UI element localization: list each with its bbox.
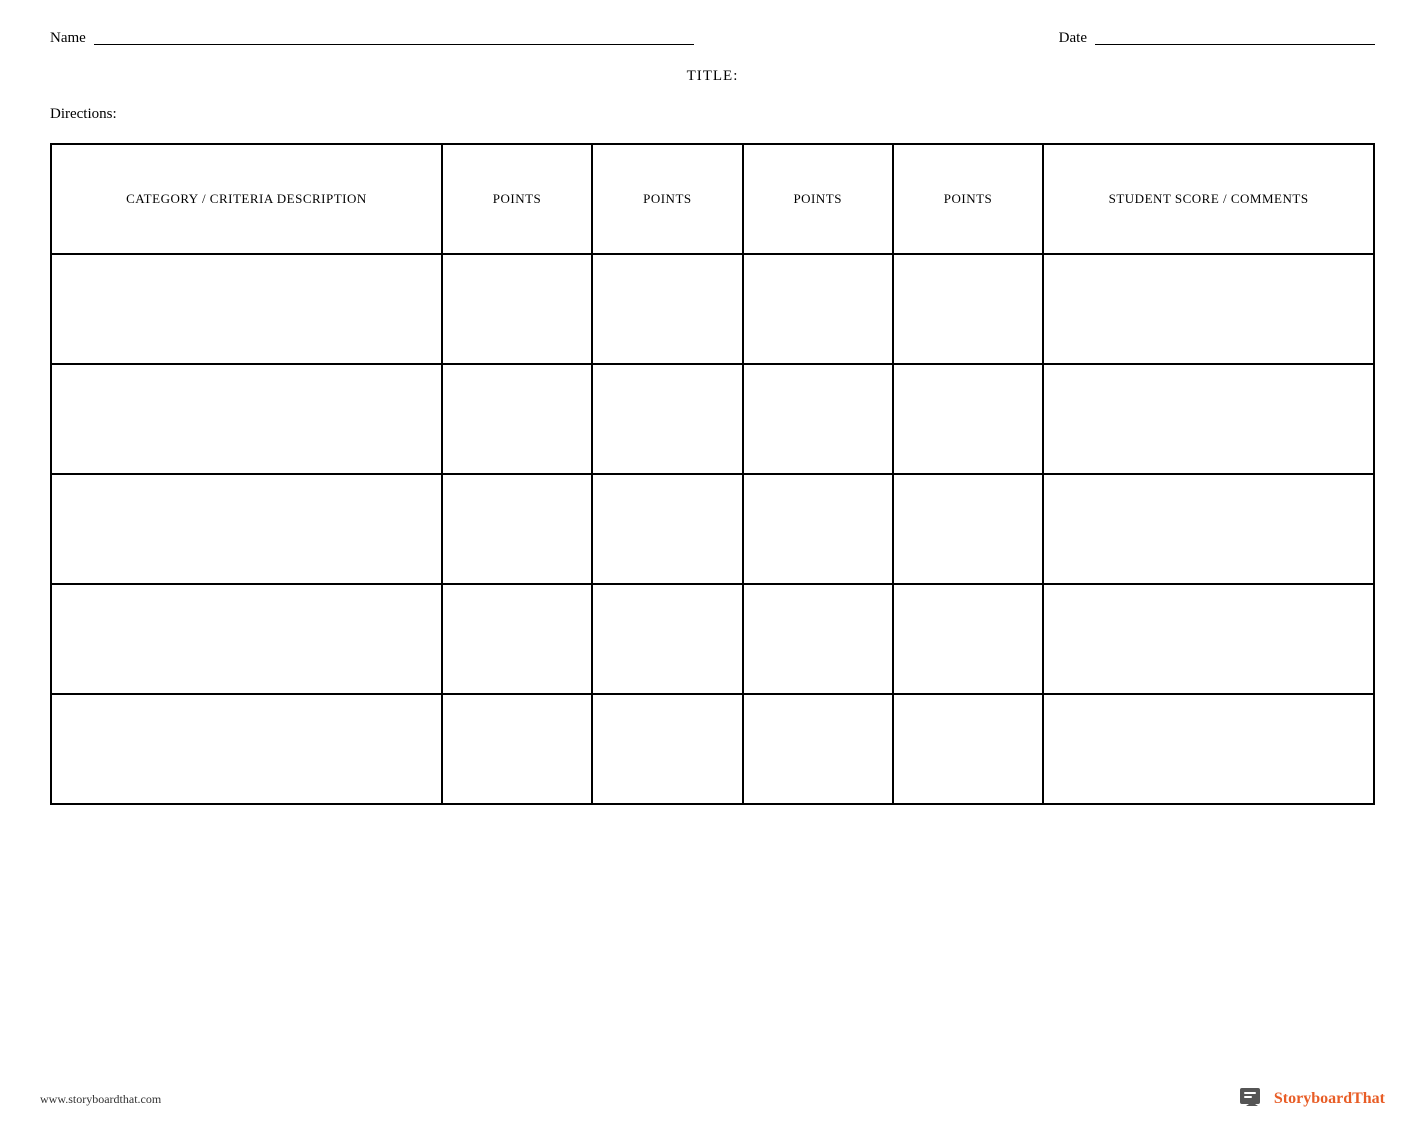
table-cell-r1-c4: [893, 364, 1043, 474]
table-cell-r3-c1: [442, 584, 592, 694]
table-cell-r3-c2: [592, 584, 742, 694]
table-cell-r3-c0: [51, 584, 442, 694]
table-cell-r3-c3: [743, 584, 893, 694]
table-row: [51, 254, 1374, 364]
table-cell-r4-c4: [893, 694, 1043, 804]
table-cell-r1-c0: [51, 364, 442, 474]
date-label: Date: [1059, 30, 1087, 47]
table-row: [51, 694, 1374, 804]
table-cell-r1-c1: [442, 364, 592, 474]
table-cell-r1-c3: [743, 364, 893, 474]
table-cell-r2-c4: [893, 474, 1043, 584]
table-cell-r1-c5: [1043, 364, 1374, 474]
directions-row: Directions:: [40, 105, 1385, 123]
table-cell-r0-c5: [1043, 254, 1374, 364]
table-row: [51, 364, 1374, 474]
page: Name Date TITLE: Directions: CATEGORY / …: [0, 0, 1425, 1132]
table-cell-r3-c4: [893, 584, 1043, 694]
table-cell-r0-c4: [893, 254, 1043, 364]
table-cell-r2-c5: [1043, 474, 1374, 584]
footer-url: www.storyboardthat.com: [40, 1092, 161, 1107]
table-cell-r0-c0: [51, 254, 442, 364]
table-cell-r3-c5: [1043, 584, 1374, 694]
table-row: [51, 584, 1374, 694]
header-row: Name Date: [40, 30, 1385, 47]
table-cell-r1-c2: [592, 364, 742, 474]
table-cell-r2-c3: [743, 474, 893, 584]
col-header-points3: POINTS: [743, 144, 893, 254]
storyboardthat-logo-icon: [1238, 1084, 1268, 1114]
col-header-category: CATEGORY / CRITERIA DESCRIPTION: [51, 144, 442, 254]
title-label: TITLE:: [687, 68, 739, 84]
footer-logo-text: StoryboardThat: [1274, 1090, 1385, 1108]
table-cell-r0-c2: [592, 254, 742, 364]
name-label: Name: [50, 30, 86, 47]
name-field: Name: [50, 30, 694, 47]
table-cell-r4-c0: [51, 694, 442, 804]
table-cell-r4-c2: [592, 694, 742, 804]
footer-logo: StoryboardThat: [1238, 1084, 1385, 1114]
table-cell-r2-c1: [442, 474, 592, 584]
directions-label: Directions:: [50, 106, 117, 122]
col-header-points4: POINTS: [893, 144, 1043, 254]
title-row: TITLE:: [40, 67, 1385, 85]
table-cell-r2-c0: [51, 474, 442, 584]
table-cell-r2-c2: [592, 474, 742, 584]
table-cell-r0-c3: [743, 254, 893, 364]
rubric-table: CATEGORY / CRITERIA DESCRIPTION POINTS P…: [50, 143, 1375, 805]
col-header-points2: POINTS: [592, 144, 742, 254]
col-header-points1: POINTS: [442, 144, 592, 254]
table-header-row: CATEGORY / CRITERIA DESCRIPTION POINTS P…: [51, 144, 1374, 254]
date-underline: [1095, 44, 1375, 45]
name-underline: [94, 44, 694, 45]
col-header-student-score: STUDENT SCORE / COMMENTS: [1043, 144, 1374, 254]
table-cell-r0-c1: [442, 254, 592, 364]
table-cell-r4-c5: [1043, 694, 1374, 804]
table-cell-r4-c3: [743, 694, 893, 804]
date-field: Date: [1059, 30, 1375, 47]
table-row: [51, 474, 1374, 584]
table-cell-r4-c1: [442, 694, 592, 804]
footer: www.storyboardthat.com StoryboardThat: [0, 1084, 1425, 1114]
